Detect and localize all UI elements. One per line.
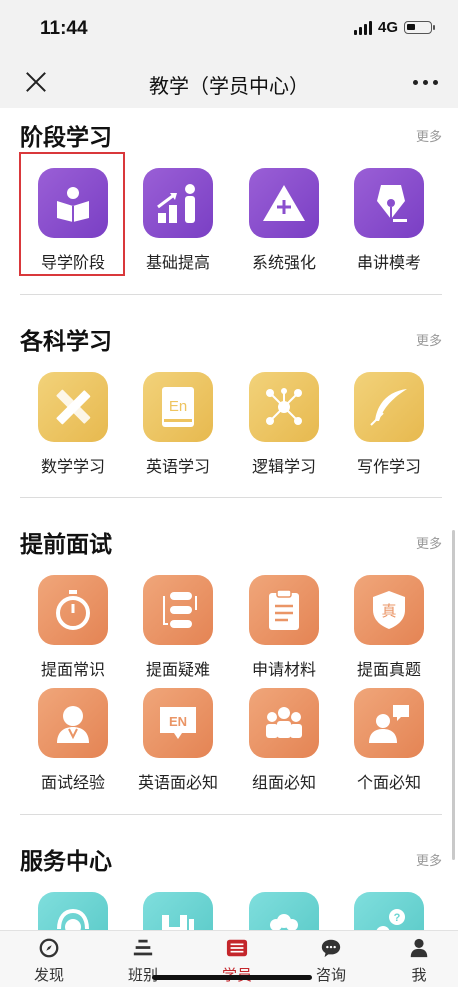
status-time: 11:44 [40,18,88,39]
page-title: 教学（学员中心） [149,76,309,98]
tab-me[interactable]: 我 [374,937,458,985]
grid-item-label: 提面疑难 [145,662,210,679]
en-badge: En [169,398,187,415]
highlight-box [19,152,125,276]
feather-icon [354,372,424,442]
section-divider [20,814,442,815]
grid-item-label: 写作学习 [356,459,421,476]
group-icon [249,688,319,758]
compass-icon [39,938,59,958]
chat-icon [321,939,341,958]
section-title: 服务中心 [20,848,112,874]
tab-label: 我 [411,967,427,984]
stack-icon [133,939,153,956]
flow-icon [143,575,213,645]
grid-item-label: 英语学习 [145,459,210,476]
more-menu-icon[interactable] [413,80,438,85]
grid-item-label: 基础提高 [145,255,210,272]
status-bar: 11:44 4G [0,0,458,58]
signal-icon [353,20,372,35]
shield-icon: 真 [354,575,424,645]
scrollbar[interactable] [452,530,455,860]
pen-nib-icon [354,168,424,238]
section-divider [20,497,442,498]
grid-item-label: 提面真题 [356,662,421,679]
battery-icon [404,21,435,34]
grid-item-label: 串讲模考 [356,255,421,272]
user-icon [410,938,428,958]
speaker-icon [354,688,424,758]
grid-item-label: 英语面必知 [137,775,218,792]
pencil-ruler-icon [38,372,108,442]
grid-item-label: 面试经验 [40,775,105,792]
stopwatch-icon [38,575,108,645]
grid-item-label: 组面必知 [251,775,316,792]
nav-bar: 教学（学员中心） [0,58,458,108]
svg-text:?: ? [394,912,401,924]
shield-badge: 真 [381,602,396,620]
section-more-link[interactable]: 更多 [416,126,442,145]
molecule-icon [249,372,319,442]
status-indicators: 4G [353,19,435,36]
plus-triangle-icon [249,168,319,238]
growth-chart-icon [143,168,213,238]
list-icon [226,939,248,957]
top-bar: 11:44 4G 教学（学员中心） [0,0,458,108]
network-label: 4G [377,19,398,36]
section-title: 阶段学习 [20,124,112,150]
grid-item-label: 逻辑学习 [251,459,316,476]
home-indicator[interactable] [152,975,312,980]
tab-label: 发现 [33,967,64,984]
section-divider [20,294,442,295]
grid-item-label: 申请材料 [251,662,316,679]
en-bubble-badge: EN [169,714,187,729]
section-more-link[interactable]: 更多 [416,533,442,552]
grid-item-label: 提面常识 [40,662,105,679]
section-more-link[interactable]: 更多 [416,330,442,349]
clipboard-icon [249,575,319,645]
grid-item-label: 数学学习 [40,459,105,476]
section-title: 提前面试 [20,531,112,557]
section-more-link[interactable]: 更多 [416,850,442,869]
interviewer-icon [38,688,108,758]
tab-discover[interactable]: 发现 [4,937,94,985]
grid-item-label: 个面必知 [356,775,421,792]
grid-item-label: 系统强化 [251,255,316,272]
section-title: 各科学习 [20,328,112,354]
en-bubble-icon: EN [143,688,213,758]
english-book-icon: En [143,372,213,442]
